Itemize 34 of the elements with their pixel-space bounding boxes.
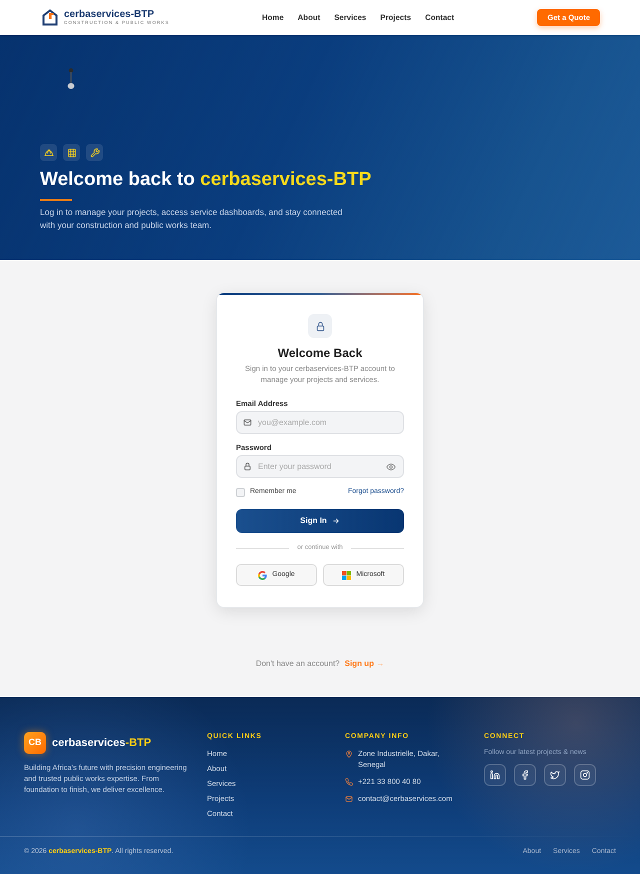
- instagram-icon: [580, 770, 590, 780]
- hero-title: Welcome back to cerbaservices-BTP: [40, 168, 372, 192]
- house-logo-icon[interactable]: [42, 9, 58, 26]
- hero-subtitle: Log in to manage your projects, access service dashboards, and stay connected with your construction and public works team.: [40, 206, 344, 232]
- linkedin-icon: [490, 770, 500, 780]
- logo-badge: CB: [24, 732, 46, 754]
- mail-icon: [243, 418, 252, 427]
- four-squares-icon: [342, 570, 352, 580]
- hard-hat-icon: [40, 144, 57, 161]
- arrow-right-icon: [332, 517, 340, 525]
- phone-icon: [345, 778, 353, 786]
- remember-checkbox[interactable]: [236, 488, 245, 496]
- instagram-link[interactable]: [574, 764, 596, 786]
- pin-icon: [345, 750, 353, 758]
- footer-brand-name: cerbaservices-BTP: [52, 736, 152, 751]
- mail-icon: [345, 794, 353, 802]
- facebook-link[interactable]: [514, 764, 536, 786]
- card-title: Welcome Back: [278, 346, 362, 360]
- facebook-icon: [520, 770, 530, 780]
- linkedin-link[interactable]: [484, 764, 506, 786]
- lock-icon: [308, 314, 332, 338]
- signup-prompt: Don't have an account?: [256, 659, 340, 669]
- building-icon: [63, 144, 80, 161]
- lock-icon: [243, 462, 252, 471]
- email-field[interactable]: you@example.com: [236, 411, 404, 434]
- hook-icon: [67, 68, 75, 90]
- brand-name: cerbaservices-BTP: [64, 9, 156, 20]
- twitter-link[interactable]: [544, 764, 566, 786]
- google-logo-icon: [258, 570, 268, 580]
- twitter-icon: [550, 770, 560, 780]
- eye-icon[interactable]: [386, 462, 396, 472]
- wrench-icon: [86, 144, 103, 161]
- sign-in-button[interactable]: Sign In: [236, 509, 404, 533]
- password-field[interactable]: Enter your password: [236, 455, 404, 478]
